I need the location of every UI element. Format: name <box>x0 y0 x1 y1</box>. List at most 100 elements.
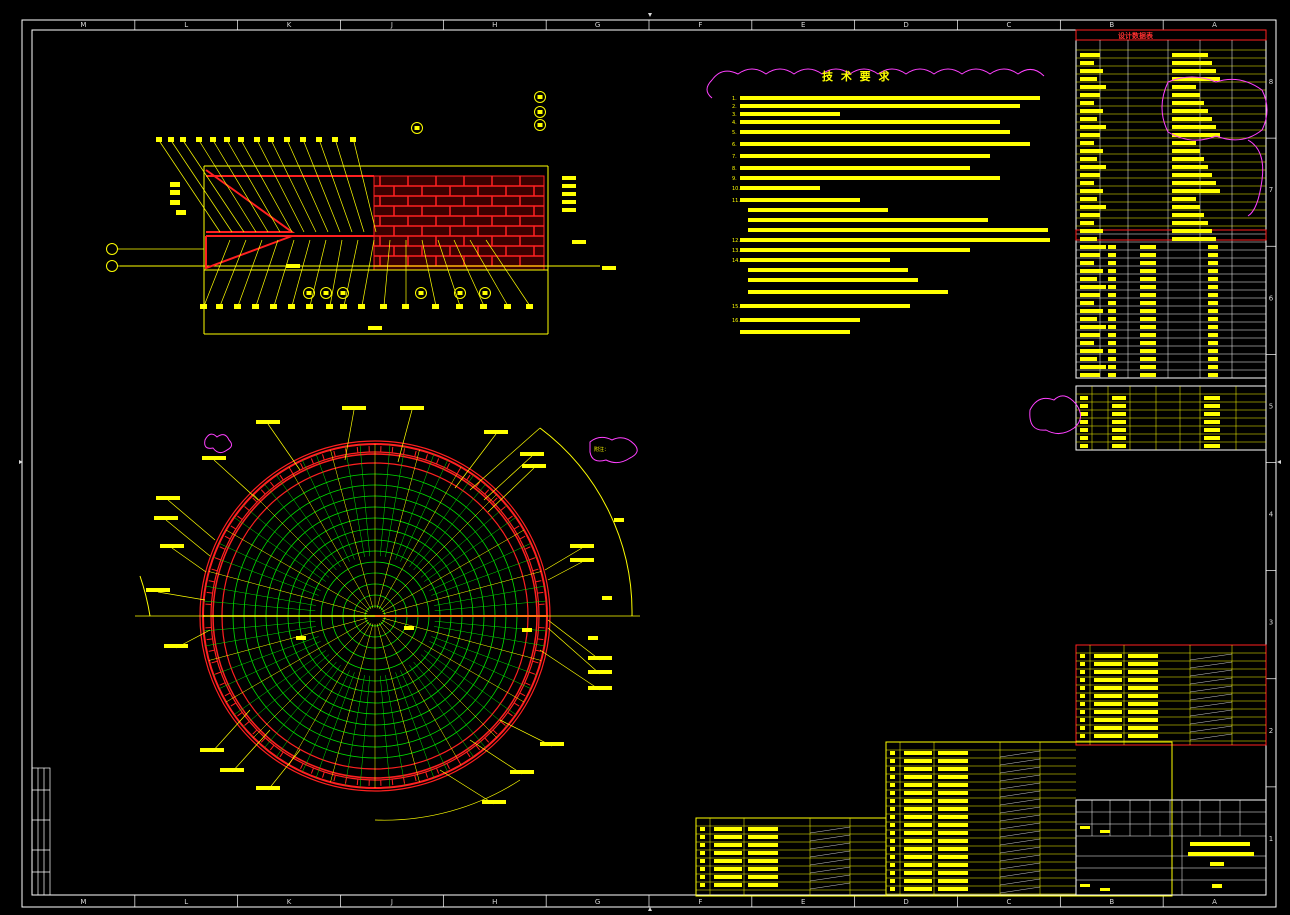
tech-requirement-number: 3. <box>732 112 737 118</box>
bom-cell <box>748 883 778 887</box>
bom-cell <box>890 831 895 835</box>
data-cell <box>1208 373 1218 377</box>
grid-column-label: B <box>1109 21 1114 29</box>
title-block-code <box>1212 884 1222 888</box>
bom-cell <box>890 823 895 827</box>
bom-cell <box>1128 694 1158 698</box>
plan-radial <box>395 454 435 560</box>
section-balloon-number <box>306 291 312 295</box>
data-cell <box>1080 189 1103 193</box>
grid-column-label: J <box>390 21 393 29</box>
section-side-label <box>170 200 180 205</box>
data-cell <box>1108 317 1116 321</box>
nozzle-cell <box>1204 404 1220 408</box>
bom-cell <box>1128 702 1158 706</box>
bom-cell <box>904 839 932 843</box>
bom-cell <box>938 879 968 883</box>
section-dimension-label <box>562 192 576 196</box>
data-cell <box>1172 61 1212 65</box>
bom-cell <box>1094 662 1122 666</box>
bom-cell <box>1128 678 1158 682</box>
drawing-frame <box>21 19 1277 908</box>
tech-requirement-text <box>740 318 860 322</box>
grid-column-label: K <box>287 21 292 29</box>
tech-requirement-number: 13. <box>732 248 740 254</box>
data-cell <box>1080 341 1094 345</box>
data-cell <box>1140 325 1156 329</box>
data-cell <box>1140 293 1156 297</box>
data-cell <box>1172 205 1200 209</box>
data-cell <box>1172 133 1220 137</box>
data-cell <box>1080 365 1106 369</box>
bom-cell <box>938 847 968 851</box>
data-cell <box>1172 149 1200 153</box>
section-part-tag <box>200 304 207 309</box>
nozzle-cell <box>1204 396 1220 400</box>
data-cell <box>1208 293 1218 297</box>
nozzle-cell <box>1080 444 1088 448</box>
grid-column-label: D <box>903 898 908 906</box>
grid-column-label: E <box>801 21 805 29</box>
data-cell <box>1080 237 1097 241</box>
grid-column-labels-top: MLKJHGFEDCBA <box>80 20 1217 30</box>
nozzle-table <box>1029 385 1267 451</box>
section-side-label <box>176 210 186 215</box>
plan-callout-label <box>570 544 594 548</box>
tech-requirement-text <box>740 330 850 334</box>
data-cell <box>1080 61 1094 65</box>
bom-table-left <box>695 817 887 897</box>
data-cell <box>1108 325 1116 329</box>
section-dimension-label <box>562 184 576 188</box>
bom-cell <box>890 799 895 803</box>
section-part-tag <box>216 304 223 309</box>
data-cell <box>1080 149 1103 153</box>
plan-callout-label <box>484 430 508 434</box>
data-cell <box>1080 93 1100 97</box>
data-cell <box>1080 245 1106 249</box>
data-cell <box>1080 109 1103 113</box>
tech-requirement-number: 1. <box>732 96 737 102</box>
grid-row-label: 7 <box>1269 186 1273 194</box>
bom-cell <box>938 871 968 875</box>
data-cell <box>1140 253 1156 257</box>
plan-note-label: 附注： <box>594 446 609 453</box>
bom-cell <box>904 887 932 891</box>
frame-centering-marks <box>19 13 1281 911</box>
data-cell <box>1080 77 1097 81</box>
plan-callout-label <box>160 544 184 548</box>
grid-column-label: M <box>80 898 86 906</box>
plan-callout-label <box>146 588 170 592</box>
bom-cell <box>700 859 705 863</box>
bom-cell <box>1080 662 1085 666</box>
section-dimension-label <box>562 176 576 180</box>
data-cell <box>1080 301 1094 305</box>
bom-cell <box>890 815 895 819</box>
data-cell <box>1080 133 1100 137</box>
bom-cell <box>904 767 932 771</box>
section-part-tag <box>252 304 259 309</box>
plan-radial <box>315 672 355 778</box>
section-side-label <box>170 182 180 187</box>
plan-callout-label <box>202 456 226 460</box>
data-cell <box>1080 357 1097 361</box>
bom-cell <box>938 855 968 859</box>
section-dimension-label <box>572 240 586 244</box>
data-cell <box>1172 197 1196 201</box>
plan-radial <box>378 622 462 766</box>
revision-strip <box>31 767 51 896</box>
section-balloon-number <box>340 291 346 295</box>
bom-cell <box>938 839 968 843</box>
bom-cell <box>1094 678 1122 682</box>
data-cell <box>1172 157 1204 161</box>
bom-table-right-rows <box>1076 645 1266 745</box>
bom-cell <box>938 863 968 867</box>
grid-column-label: C <box>1006 21 1011 29</box>
data-cell <box>1172 237 1216 241</box>
plan-radial <box>431 636 537 676</box>
data-cell <box>1080 309 1103 313</box>
tech-requirement-text <box>740 96 1040 100</box>
bom-cell <box>1094 734 1122 738</box>
bom-cell <box>904 815 932 819</box>
design-data-table-title: 设计数据表 <box>1118 31 1154 40</box>
data-cell <box>1208 261 1218 265</box>
